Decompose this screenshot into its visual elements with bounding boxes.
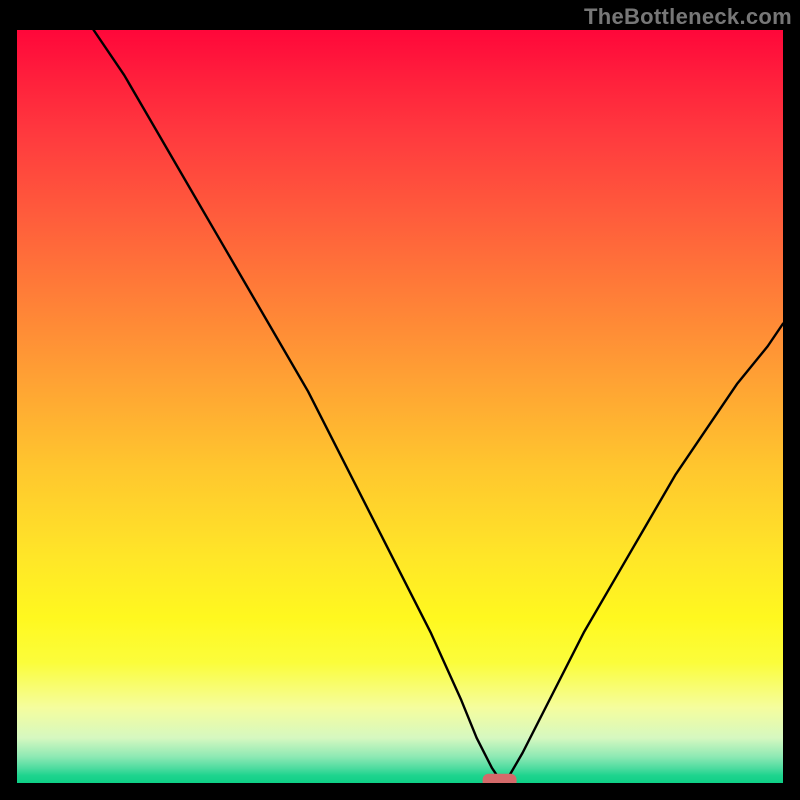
bottleneck-curve-svg bbox=[17, 30, 783, 783]
chart-frame: TheBottleneck.com bbox=[0, 0, 800, 800]
bottleneck-curve bbox=[94, 30, 783, 779]
watermark-text: TheBottleneck.com bbox=[584, 4, 792, 30]
optimal-marker bbox=[483, 774, 517, 783]
plot-area bbox=[17, 30, 783, 783]
curve-group bbox=[94, 30, 783, 783]
